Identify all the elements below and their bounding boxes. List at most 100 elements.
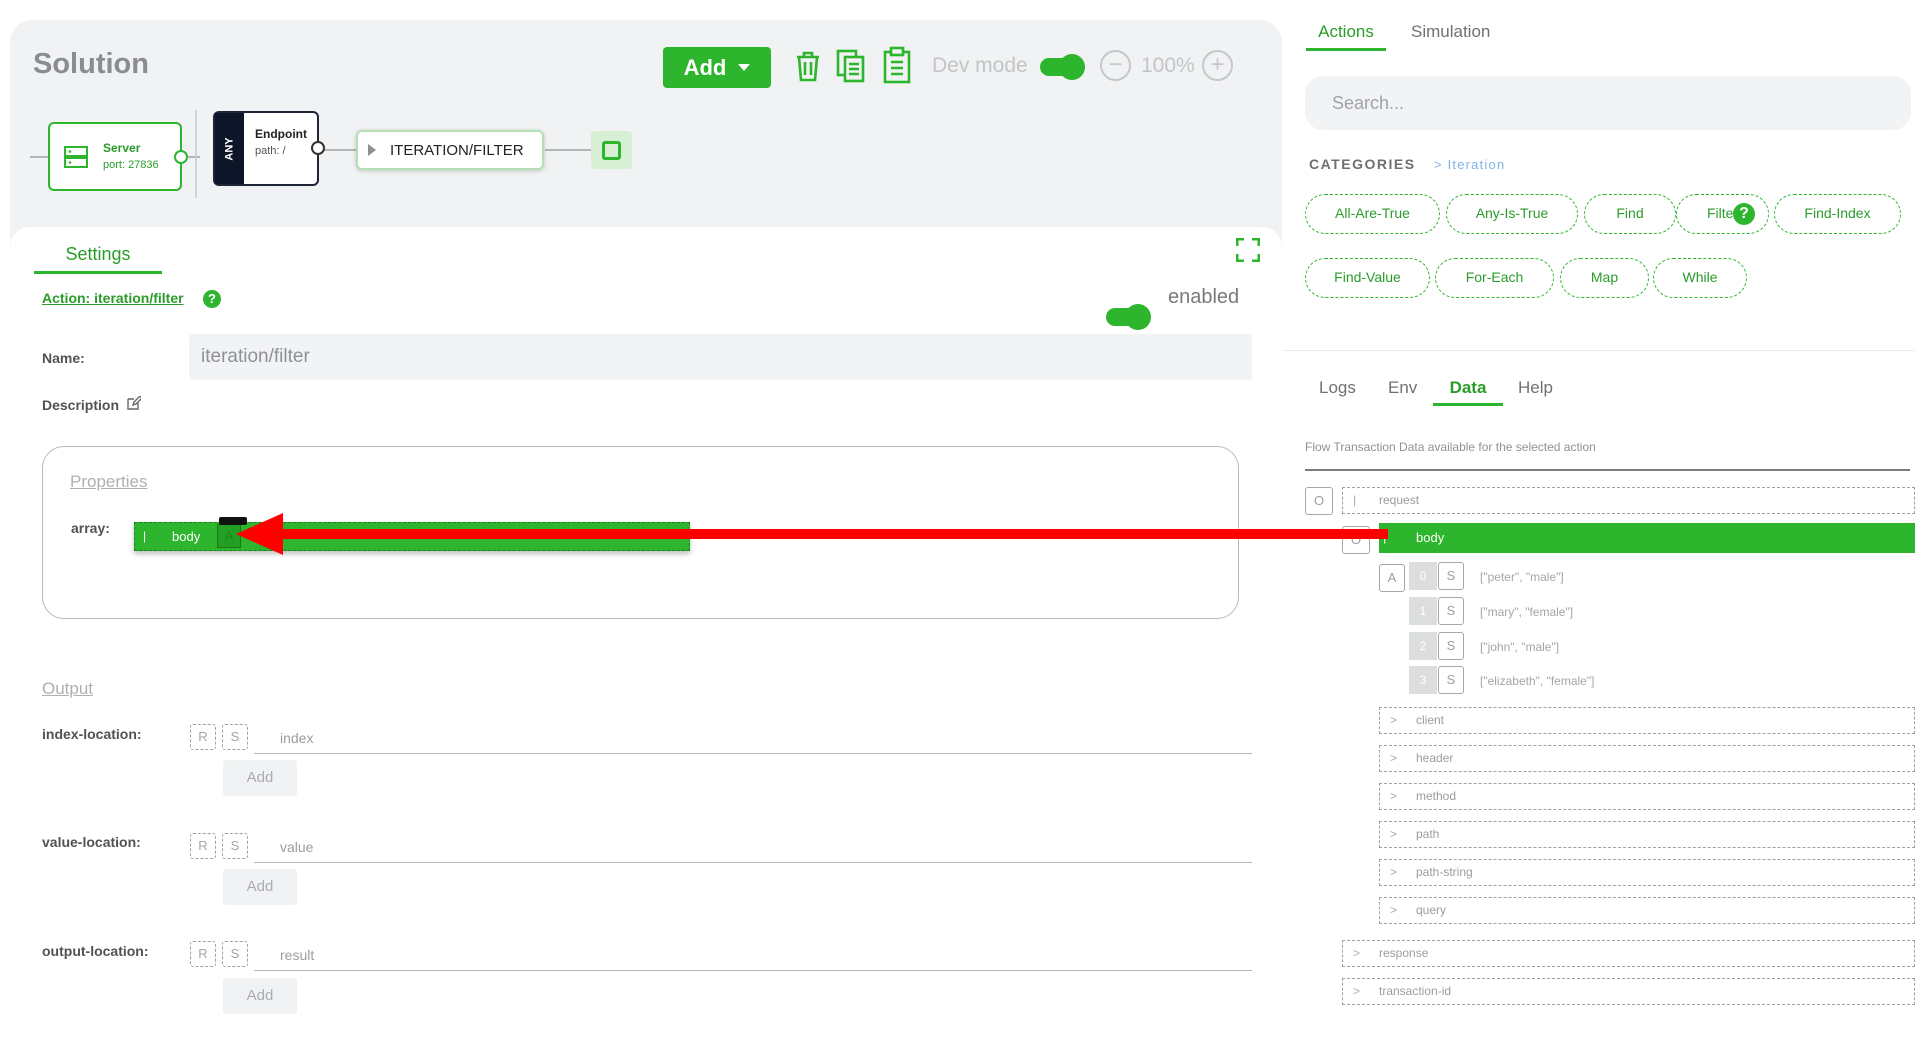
zoom-level: 100% xyxy=(1141,54,1195,77)
square-icon xyxy=(602,140,621,160)
add-button[interactable]: Add xyxy=(663,47,771,88)
tree-node-path-string[interactable]: > path-string xyxy=(1379,859,1915,886)
category-filter[interactable]: Filter xyxy=(1676,194,1769,234)
item-value-0: ["peter", "male"] xyxy=(1480,570,1564,584)
properties-title: Properties xyxy=(70,472,148,491)
dev-mode-label: Dev mode xyxy=(932,54,1028,77)
endpoint-node[interactable]: ANY Endpoint path: / xyxy=(213,111,325,186)
category-find-index[interactable]: Find-Index xyxy=(1774,194,1901,234)
zoom-in-button[interactable]: + xyxy=(1202,50,1233,81)
category-find[interactable]: Find xyxy=(1584,194,1676,234)
body-marker: | xyxy=(1383,529,1387,544)
body-label: body xyxy=(1416,530,1445,545)
value-location-input[interactable]: value xyxy=(254,833,1252,863)
request-marker: | xyxy=(1353,493,1357,507)
expand-icon[interactable] xyxy=(1236,238,1260,262)
copy-icon[interactable] xyxy=(834,47,868,83)
tab-data[interactable]: Data xyxy=(1433,378,1503,406)
data-caption: Flow Transaction Data available for the … xyxy=(1305,440,1596,454)
help-icon[interactable]: ? xyxy=(203,290,221,308)
divider xyxy=(1305,469,1910,471)
action-link[interactable]: Action: iteration/filter xyxy=(42,290,184,306)
enabled-toggle[interactable] xyxy=(1106,304,1151,330)
tree-node-transaction-id[interactable]: > transaction-id xyxy=(1342,978,1915,1005)
tree-node-request[interactable]: | request xyxy=(1342,487,1915,514)
category-all-are-true[interactable]: All-Are-True xyxy=(1305,194,1440,234)
array-badge: A xyxy=(217,524,241,548)
category-any-is-true[interactable]: Any-Is-True xyxy=(1446,194,1578,234)
solution-title: Solution xyxy=(33,48,149,80)
request-object-badge[interactable]: O xyxy=(1305,487,1333,515)
output-location-input[interactable]: result xyxy=(254,941,1252,971)
item-type-0[interactable]: S xyxy=(1438,562,1464,590)
tree-node-response[interactable]: > response xyxy=(1342,940,1915,967)
output-s-toggle[interactable]: S xyxy=(222,941,248,967)
item-type-1[interactable]: S xyxy=(1438,597,1464,625)
question-icon[interactable]: ? xyxy=(1733,203,1755,225)
request-label: request xyxy=(1379,493,1420,507)
tree-node-path[interactable]: > path xyxy=(1379,821,1915,848)
output-r-toggle[interactable]: R xyxy=(190,941,216,967)
output-location-label: output-location: xyxy=(42,943,149,959)
server-port: port: 27836 xyxy=(103,159,159,171)
name-input[interactable]: iteration/filter xyxy=(189,334,1252,380)
zoom-out-button[interactable]: − xyxy=(1100,50,1131,81)
category-for-each[interactable]: For-Each xyxy=(1435,258,1554,298)
tree-node-header[interactable]: > header xyxy=(1379,745,1915,772)
tree-node-method[interactable]: > method xyxy=(1379,783,1915,810)
endpoint-title: Endpoint xyxy=(255,127,307,141)
array-label: array: xyxy=(71,520,110,536)
add-button-label: Add xyxy=(683,54,727,80)
search-input[interactable]: Search... xyxy=(1305,76,1911,130)
index-s-toggle[interactable]: S xyxy=(222,724,248,750)
body-array-badge[interactable]: A xyxy=(1379,564,1405,592)
drag-handle[interactable] xyxy=(219,517,247,525)
item-value-1: ["mary", "female"] xyxy=(1480,605,1574,619)
tab-simulation[interactable]: Simulation xyxy=(1411,22,1490,42)
value-r-toggle[interactable]: R xyxy=(190,833,216,859)
tab-env[interactable]: Env xyxy=(1388,378,1417,398)
edit-icon[interactable] xyxy=(127,396,141,410)
output-add-button[interactable]: Add xyxy=(223,978,297,1014)
body-object-badge[interactable]: O xyxy=(1342,526,1370,554)
stop-node[interactable] xyxy=(591,131,632,169)
value-location-label: value-location: xyxy=(42,834,141,850)
endpoint-path: path: / xyxy=(255,145,286,157)
breadcrumb[interactable]: > Iteration xyxy=(1434,157,1505,172)
item-type-3[interactable]: S xyxy=(1438,666,1464,694)
tree-node-body[interactable]: | body xyxy=(1379,523,1915,553)
tab-settings[interactable]: Settings xyxy=(34,244,162,274)
tab-logs[interactable]: Logs xyxy=(1319,378,1356,398)
array-drop-target[interactable]: | body A xyxy=(134,522,690,551)
enabled-label: enabled xyxy=(1168,286,1240,308)
item-index-3: 3 xyxy=(1409,666,1437,694)
value-add-button[interactable]: Add xyxy=(223,869,297,905)
tab-actions[interactable]: Actions xyxy=(1306,22,1386,51)
trash-icon[interactable] xyxy=(791,48,825,84)
iteration-filter-label: ITERATION/FILTER xyxy=(390,141,524,159)
value-s-toggle[interactable]: S xyxy=(222,833,248,859)
index-r-toggle[interactable]: R xyxy=(190,724,216,750)
category-find-value[interactable]: Find-Value xyxy=(1305,258,1430,298)
tree-node-query[interactable]: > query xyxy=(1379,897,1915,924)
category-while[interactable]: While xyxy=(1653,258,1747,298)
paste-icon[interactable] xyxy=(880,45,914,84)
category-map[interactable]: Map xyxy=(1560,258,1649,298)
description-label: Description xyxy=(42,397,120,413)
server-output-port[interactable] xyxy=(174,150,188,164)
index-add-button[interactable]: Add xyxy=(223,760,297,796)
array-value-marker: | xyxy=(143,529,147,543)
categories-label: CATEGORIES xyxy=(1309,156,1416,172)
server-node[interactable]: Server port: 27836 xyxy=(48,122,188,191)
index-location-label: index-location: xyxy=(42,726,142,742)
tree-node-client[interactable]: > client xyxy=(1379,707,1915,734)
iteration-filter-node[interactable]: ITERATION/FILTER xyxy=(356,130,544,170)
dev-mode-toggle[interactable] xyxy=(1040,54,1085,80)
tab-help[interactable]: Help xyxy=(1518,378,1553,398)
item-value-3: ["elizabeth", "female"] xyxy=(1480,674,1595,688)
endpoint-output-port[interactable] xyxy=(311,141,325,155)
item-type-2[interactable]: S xyxy=(1438,632,1464,660)
play-icon xyxy=(368,144,376,156)
server-title: Server xyxy=(103,141,141,155)
index-location-input[interactable]: index xyxy=(254,724,1252,754)
